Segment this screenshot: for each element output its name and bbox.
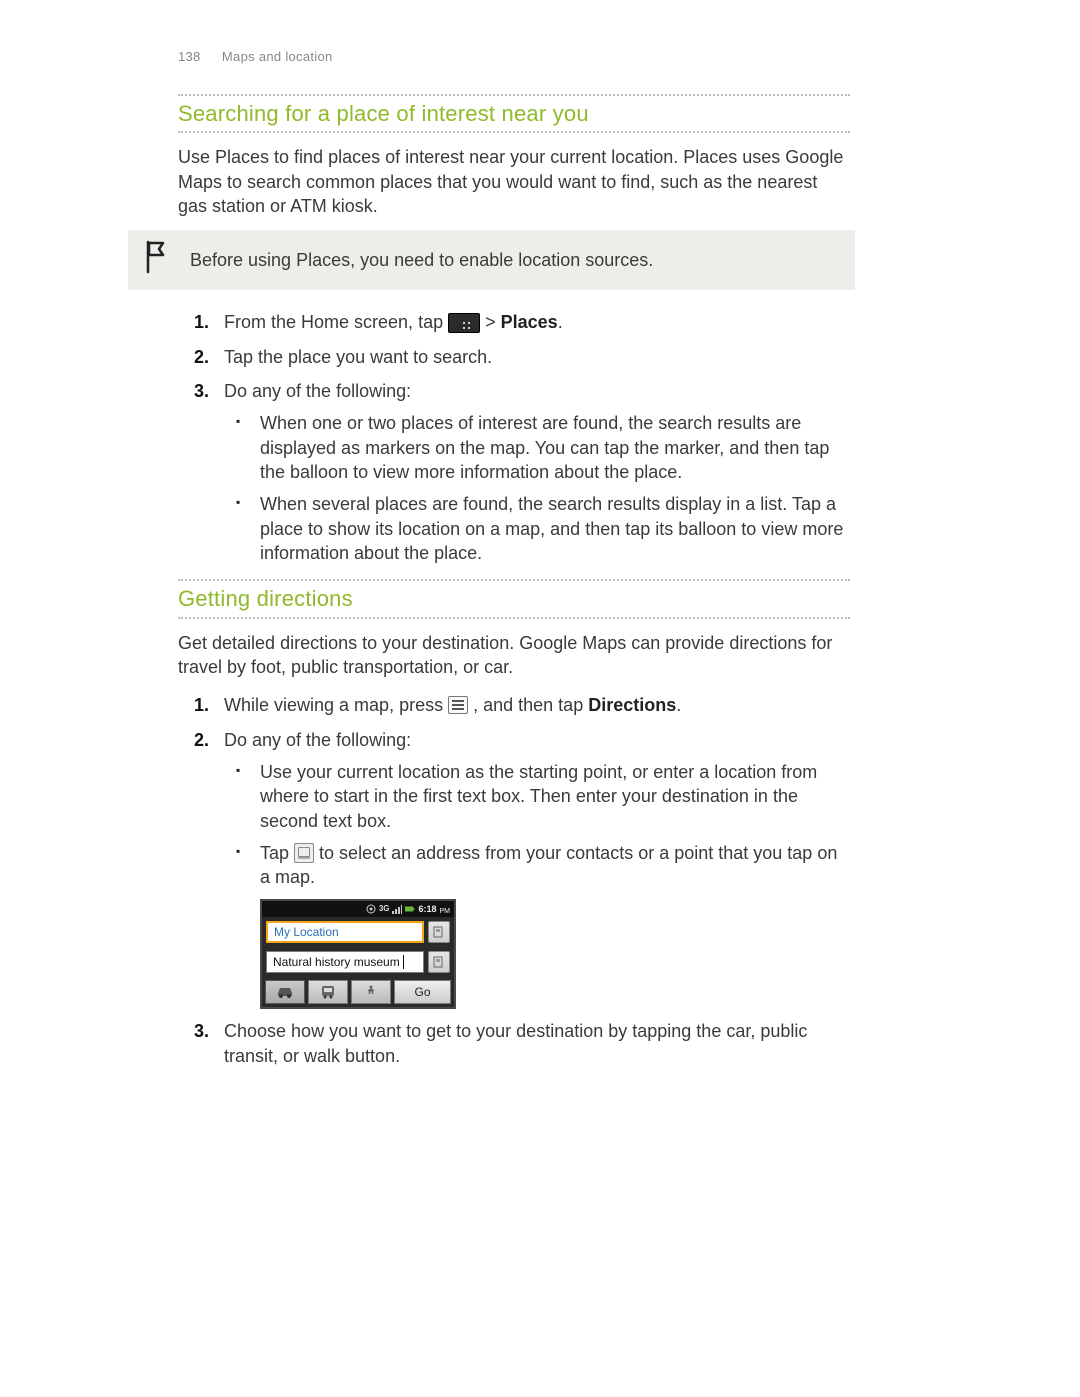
divider <box>178 94 850 96</box>
end-contacts-button[interactable] <box>428 951 450 973</box>
page-header: 138 Maps and location <box>178 48 850 66</box>
section2-steps: While viewing a map, press , and then ta… <box>178 693 850 1068</box>
step: Tap the place you want to search. <box>224 345 850 369</box>
signal-icon <box>392 904 402 914</box>
contacts-icon <box>433 956 445 968</box>
gps-icon <box>366 904 376 914</box>
mode-car-button[interactable] <box>265 980 305 1004</box>
step-text: . <box>676 695 681 715</box>
directions-label: Directions <box>588 695 676 715</box>
note-box: Before using Places, you need to enable … <box>128 230 855 290</box>
section1-steps: From the Home screen, tap > Places. Tap … <box>178 310 850 565</box>
battery-icon <box>405 904 415 914</box>
page-number: 138 <box>178 48 218 66</box>
step: Do any of the following: When one or two… <box>224 379 850 565</box>
bullet: When several places are found, the searc… <box>260 492 850 565</box>
step-text: From the Home screen, tap <box>224 312 448 332</box>
end-location-input[interactable]: Natural history museum <box>266 951 424 973</box>
step: Do any of the following: Use your curren… <box>224 728 850 1010</box>
step-text: Do any of the following: <box>224 381 411 401</box>
status-time: 6:18 <box>418 903 436 915</box>
bus-icon <box>318 985 338 999</box>
sub-bullets: When one or two places of interest are f… <box>224 411 850 565</box>
sub-bullets: Use your current location as the startin… <box>224 760 850 1009</box>
contacts-picker-icon <box>294 843 314 863</box>
mode-transit-button[interactable] <box>308 980 348 1004</box>
apps-grid-icon <box>448 313 480 333</box>
document-page: 138 Maps and location Searching for a pl… <box>0 0 1080 1397</box>
walk-icon <box>361 985 381 999</box>
start-contacts-button[interactable] <box>428 921 450 943</box>
step-text: Do any of the following: <box>224 730 411 750</box>
start-location-input[interactable]: My Location <box>266 921 424 943</box>
mode-walk-button[interactable] <box>351 980 391 1004</box>
section-title-places: Searching for a place of interest near y… <box>178 99 850 129</box>
bullet: When one or two places of interest are f… <box>260 411 850 484</box>
step: Choose how you want to get to your desti… <box>224 1019 850 1068</box>
step-text: . <box>558 312 563 332</box>
car-icon <box>275 985 295 999</box>
header-section: Maps and location <box>222 49 333 64</box>
divider <box>178 579 850 581</box>
section1-intro: Use Places to find places of interest ne… <box>178 145 850 218</box>
phone-statusbar: 3G 6:18 PM <box>262 901 454 917</box>
section-title-directions: Getting directions <box>178 584 850 614</box>
step-text: > <box>485 312 501 332</box>
phone-screenshot: 3G 6:18 PM My Location <box>260 899 456 1009</box>
bullet-text: to select an address from your contacts … <box>260 843 837 887</box>
flag-icon <box>144 240 168 274</box>
step: While viewing a map, press , and then ta… <box>224 693 850 717</box>
note-text: Before using Places, you need to enable … <box>190 250 653 270</box>
bullet-text: Tap <box>260 843 294 863</box>
network-label: 3G <box>379 904 390 915</box>
section2-intro: Get detailed directions to your destinat… <box>178 631 850 680</box>
go-button[interactable]: Go <box>394 980 451 1004</box>
bullet: Use your current location as the startin… <box>260 760 850 833</box>
divider <box>178 617 850 619</box>
contacts-icon <box>433 926 445 938</box>
divider <box>178 131 850 133</box>
step-text: While viewing a map, press <box>224 695 448 715</box>
menu-icon <box>448 696 468 714</box>
status-time-suffix: PM <box>440 907 451 916</box>
bullet: Tap to select an address from your conta… <box>260 841 850 1010</box>
step-text: , and then tap <box>473 695 588 715</box>
places-label: Places <box>501 312 558 332</box>
step: From the Home screen, tap > Places. <box>224 310 850 334</box>
